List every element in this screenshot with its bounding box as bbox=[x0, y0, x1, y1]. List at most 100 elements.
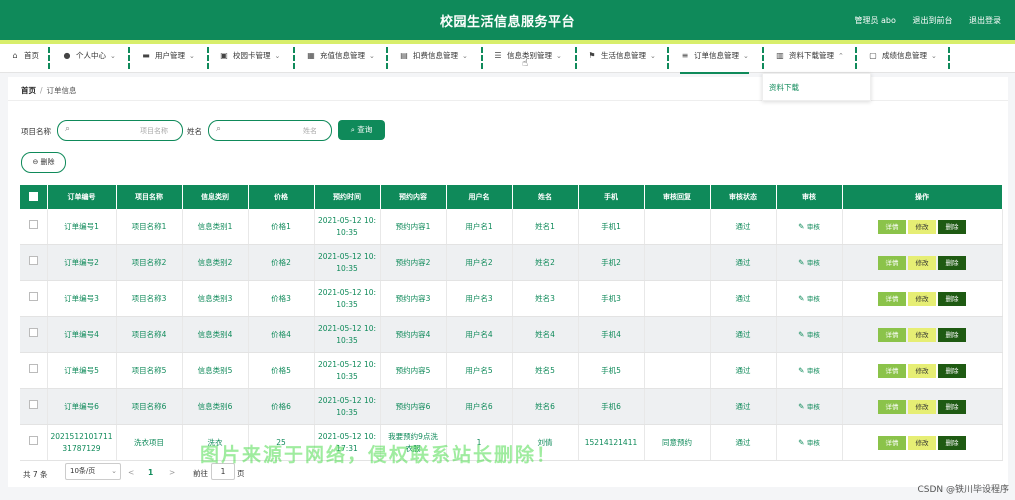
logout-link[interactable]: 退出登录 bbox=[969, 16, 1001, 25]
current-page[interactable]: 1 bbox=[148, 468, 153, 477]
table-cell: 项目名称4 bbox=[116, 316, 183, 353]
detail-button[interactable]: 详情 bbox=[878, 219, 906, 234]
table-cell bbox=[644, 316, 711, 353]
col-header: 项目名称 bbox=[116, 185, 183, 209]
row-actions: 详情 修改 删除 bbox=[842, 280, 1003, 317]
select-all-checkbox[interactable] bbox=[20, 185, 48, 209]
edit-button[interactable]: 修改 bbox=[908, 435, 936, 450]
table-cell: 2021-05-12 10: 10:35 bbox=[314, 388, 381, 425]
row-checkbox[interactable] bbox=[20, 388, 48, 425]
name-input[interactable]: ⌕ 姓名 bbox=[208, 120, 332, 141]
detail-button[interactable]: 详情 bbox=[878, 291, 906, 306]
table-cell: 2021-05-12 10: 10:35 bbox=[314, 280, 381, 317]
row-checkbox[interactable] bbox=[20, 280, 48, 317]
table-cell: 价格4 bbox=[248, 316, 315, 353]
detail-button[interactable]: 详情 bbox=[878, 363, 906, 378]
edit-button[interactable]: 修改 bbox=[908, 327, 936, 342]
nav-item-card[interactable]: ▣ 校园卡管理 ⌄ bbox=[219, 44, 280, 72]
name-placeholder: 姓名 bbox=[303, 127, 317, 135]
nav-separator bbox=[48, 47, 50, 69]
name-label: 姓名 bbox=[187, 127, 202, 136]
table-cell bbox=[644, 280, 711, 317]
nav-separator bbox=[575, 47, 577, 69]
audit-link[interactable]: ✎ 审核 bbox=[776, 424, 843, 461]
dropdown-item-download[interactable]: 资料下载 bbox=[769, 82, 799, 93]
chevron-down-icon: ⌄ bbox=[462, 52, 468, 60]
sliders-icon: ☰ bbox=[494, 51, 502, 60]
delete-button[interactable]: 删除 bbox=[938, 399, 966, 414]
next-page-button[interactable]: > bbox=[169, 468, 175, 477]
nav-separator bbox=[948, 47, 950, 69]
detail-button[interactable]: 详情 bbox=[878, 399, 906, 414]
nav-item-deduct[interactable]: ▤ 扣费信息管理 ⌄ bbox=[399, 44, 468, 72]
delete-button[interactable]: 删除 bbox=[938, 219, 966, 234]
table-cell: 价格2 bbox=[248, 244, 315, 281]
table-cell: 姓名3 bbox=[512, 280, 579, 317]
batch-delete-button[interactable]: ⊖ 删除 bbox=[21, 152, 66, 173]
detail-button[interactable]: 详情 bbox=[878, 255, 906, 270]
search-icon: ⌕ bbox=[65, 124, 71, 134]
project-name-input[interactable]: ⌕ 项目名称 bbox=[57, 120, 183, 141]
table-header-row: 订单编号 项目名称 信息类别 价格 预约时间 预约内容 用户名 姓名 手机 审核… bbox=[20, 185, 1003, 209]
table-cell: 通过 bbox=[710, 388, 777, 425]
row-checkbox[interactable] bbox=[20, 352, 48, 389]
orders-table: 订单编号 项目名称 信息类别 价格 预约时间 预约内容 用户名 姓名 手机 审核… bbox=[20, 185, 1003, 461]
edit-button[interactable]: 修改 bbox=[908, 219, 936, 234]
col-header: 预约时间 bbox=[314, 185, 381, 209]
row-checkbox[interactable] bbox=[20, 316, 48, 353]
nav-item-life[interactable]: ⚑ 生活信息管理 ⌄ bbox=[587, 44, 655, 72]
delete-button[interactable]: 删除 bbox=[938, 363, 966, 378]
edit-button[interactable]: 修改 bbox=[908, 363, 936, 378]
table-cell: 通过 bbox=[710, 352, 777, 389]
table-cell: 2021-05-12 10: 10:35 bbox=[314, 244, 381, 281]
table-cell: 用户名1 bbox=[446, 209, 513, 245]
table-cell: 信息类别5 bbox=[182, 352, 249, 389]
nav-item-profile[interactable]: ● 个人中心 ⌄ bbox=[62, 44, 116, 72]
edit-button[interactable]: 修改 bbox=[908, 291, 936, 306]
prev-page-button[interactable]: < bbox=[128, 468, 134, 477]
row-checkbox[interactable] bbox=[20, 244, 48, 281]
credit-text: CSDN @铁川毕设程序 bbox=[917, 485, 1009, 495]
breadcrumb-current: 订单信息 bbox=[46, 86, 77, 95]
page-unit-label: 页 bbox=[237, 469, 245, 478]
nav-item-grades[interactable]: ▢ 成绩信息管理 ⌄ bbox=[868, 44, 937, 72]
nav-item-download[interactable]: ▥ 资料下载管理 ⌃ bbox=[775, 44, 844, 72]
nav-item-recharge[interactable]: ▦ 充值信息管理 ⌄ bbox=[306, 44, 375, 72]
delete-button[interactable]: 删除 bbox=[938, 255, 966, 270]
delete-button[interactable]: 删除 bbox=[938, 327, 966, 342]
delete-button[interactable]: 删除 bbox=[938, 291, 966, 306]
edit-button[interactable]: 修改 bbox=[908, 255, 936, 270]
detail-button[interactable]: 详情 bbox=[878, 327, 906, 342]
audit-link[interactable]: ✎ 审核 bbox=[776, 352, 843, 389]
edit-button[interactable]: 修改 bbox=[908, 399, 936, 414]
table-cell: 项目名称3 bbox=[116, 280, 183, 317]
audit-link[interactable]: ✎ 审核 bbox=[776, 209, 843, 245]
nav-item-users[interactable]: ▬ 用户管理 ⌄ bbox=[141, 44, 195, 72]
table-cell: 信息类别3 bbox=[182, 280, 249, 317]
query-button[interactable]: ⌕ 查询 bbox=[338, 120, 385, 140]
nav-separator bbox=[481, 47, 483, 69]
nav-item-orders[interactable]: ≡ 订单信息管理 ⌄ bbox=[680, 44, 749, 74]
breadcrumb-home[interactable]: 首页 bbox=[21, 86, 36, 95]
table-cell: 订单编号6 bbox=[47, 388, 117, 425]
nav-item-home[interactable]: ⌂ 首页 bbox=[10, 44, 39, 72]
trash-icon: ⊖ bbox=[32, 158, 41, 166]
front-link[interactable]: 退出到前台 bbox=[912, 16, 952, 25]
row-checkbox[interactable] bbox=[20, 209, 48, 245]
row-checkbox[interactable] bbox=[20, 424, 48, 461]
audit-link[interactable]: ✎ 审核 bbox=[776, 244, 843, 281]
audit-link[interactable]: ✎ 审核 bbox=[776, 388, 843, 425]
audit-link[interactable]: ✎ 审核 bbox=[776, 316, 843, 353]
audit-link[interactable]: ✎ 审核 bbox=[776, 280, 843, 317]
table-cell: 项目名称1 bbox=[116, 209, 183, 245]
table-row: 订单编号4 项目名称4 信息类别4 价格4 2021-05-12 10: 10:35 预约… bbox=[20, 316, 1003, 353]
nav-separator bbox=[293, 47, 295, 69]
nav-separator bbox=[855, 47, 857, 69]
table-cell: 信息类别4 bbox=[182, 316, 249, 353]
page-size-select[interactable]: 10条/页 ⌄ bbox=[65, 463, 121, 480]
table-cell: 通过 bbox=[710, 316, 777, 353]
row-actions: 详情 修改 删除 bbox=[842, 352, 1003, 389]
detail-button[interactable]: 详情 bbox=[878, 435, 906, 450]
pencil-icon: ✎ bbox=[798, 437, 807, 447]
delete-button[interactable]: 删除 bbox=[938, 435, 966, 450]
